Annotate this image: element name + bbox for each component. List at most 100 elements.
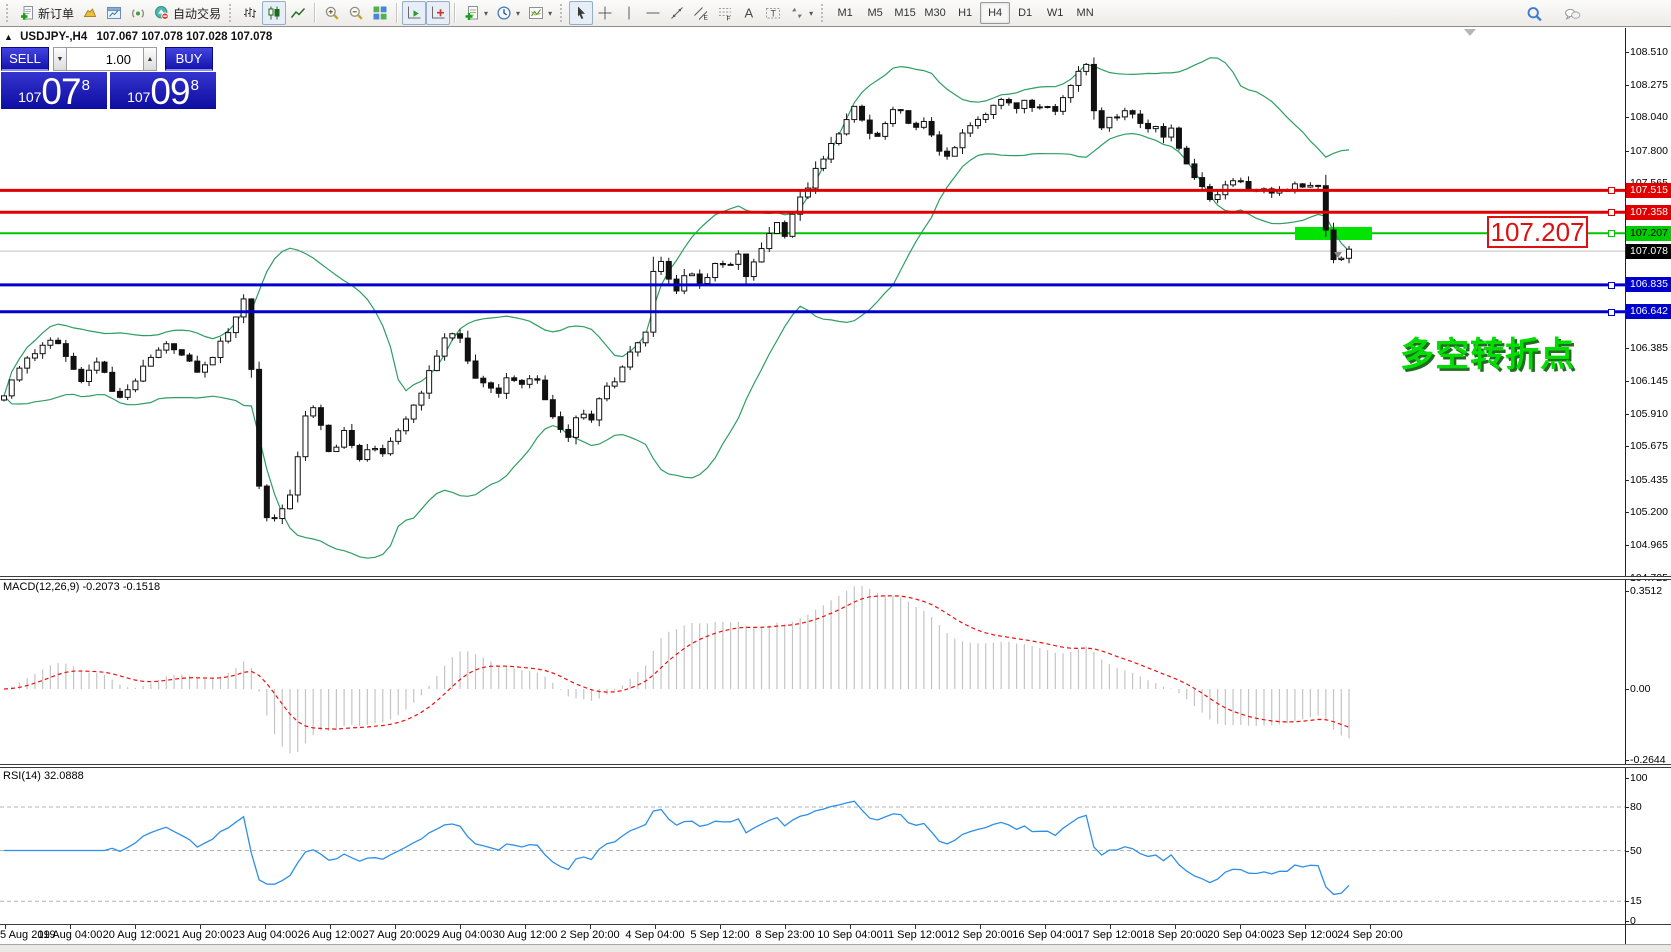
sell-price-display[interactable]: 107 07 8 (1, 72, 107, 109)
macd-pane-separator[interactable] (0, 576, 1671, 580)
macd-axis-tick-label: 0.00 (1630, 683, 1671, 695)
rsi-pane-separator[interactable] (0, 764, 1671, 768)
toolbar-button-periods[interactable]: ▾ (492, 1, 524, 25)
time-axis-label: 26 Aug 12:00 (298, 929, 363, 941)
timeframe-H4[interactable]: H4 (980, 2, 1010, 24)
timeframe-W1[interactable]: W1 (1040, 2, 1070, 24)
toolbar-button-horizontal-line[interactable] (641, 1, 665, 25)
buy-button[interactable]: BUY (165, 47, 213, 71)
price-label-box[interactable]: 107.207 (1487, 216, 1588, 248)
arrow-objects-icon (789, 5, 805, 21)
dropdown-caret-icon[interactable]: ▾ (516, 9, 520, 18)
price-tag-107.515: 107.515 (1626, 183, 1671, 198)
toolbar-button-line-chart-mode[interactable] (286, 1, 310, 25)
line-handle[interactable] (1608, 230, 1615, 237)
time-axis-label: 4 Sep 04:00 (625, 929, 684, 941)
dropdown-caret-icon[interactable]: ▾ (809, 9, 813, 18)
price-tag-106.835: 106.835 (1626, 277, 1671, 292)
rsi-axis-tick (1625, 778, 1629, 779)
line-handle[interactable] (1608, 282, 1615, 289)
sell-button[interactable]: SELL (1, 47, 49, 71)
toolbar-button-candlestick-mode[interactable] (262, 1, 286, 25)
toolbar-button-text-label[interactable]: T (761, 1, 785, 25)
rsi-axis-tick (1625, 901, 1629, 902)
price-axis-tick (1625, 381, 1629, 382)
timeframe-M5[interactable]: M5 (860, 2, 890, 24)
toolbar-button-auto-scroll[interactable] (402, 1, 426, 25)
svg-text:F: F (727, 16, 731, 22)
toolbar-button-zoom-out[interactable] (344, 1, 368, 25)
svg-text:T: T (771, 9, 777, 19)
line-handle[interactable] (1608, 309, 1615, 316)
price-axis-tick (1625, 512, 1629, 513)
one-click-panel-toggle[interactable]: ▲ (4, 32, 13, 42)
toolbar-button-equidistant-channel[interactable]: E (689, 1, 713, 25)
rsi-label: RSI(14) 32.0888 (3, 770, 84, 782)
timeframe-M1[interactable]: M1 (830, 2, 860, 24)
timeframe-M15[interactable]: M15 (890, 2, 920, 24)
toolbar-button-new-order[interactable]: 新订单 (15, 1, 78, 25)
volume-input[interactable] (67, 47, 143, 71)
price-axis-tick-label: 108.040 (1630, 111, 1671, 123)
macd-axis-tick (1625, 591, 1629, 592)
timeframe-D1[interactable]: D1 (1010, 2, 1040, 24)
timeframe-MN[interactable]: MN (1070, 2, 1100, 24)
price-tag-106.642: 106.642 (1626, 304, 1671, 319)
price-axis-tick (1625, 545, 1629, 546)
toolbar-button-chat[interactable] (1560, 2, 1585, 26)
toolbar-group: 新订单 自动交易 (15, 1, 225, 25)
line-handle[interactable] (1608, 187, 1615, 194)
line-handle[interactable] (1608, 209, 1615, 216)
vertical-line-icon (621, 5, 637, 21)
timeframe-M30[interactable]: M30 (920, 2, 950, 24)
buy-price-prefix: 107 (127, 90, 150, 104)
symbol-name: USDJPY-,H4 (20, 31, 87, 43)
dropdown-caret-icon[interactable]: ▾ (548, 9, 552, 18)
chart-annotation-text[interactable]: 多空转折点 (1400, 327, 1575, 376)
toolbar-button-tile-windows[interactable] (368, 1, 392, 25)
toolbar-button-fibonacci-retracement[interactable]: F (713, 1, 737, 25)
time-axis-label: 19 Aug 04:00 (38, 929, 103, 941)
periods-icon (496, 5, 512, 21)
toolbar-button-templates[interactable]: ▾ (524, 1, 556, 25)
sell-price-prefix: 107 (18, 90, 41, 104)
toolbar-button-new-chart[interactable] (102, 1, 126, 25)
toolbar-button-search[interactable] (1522, 2, 1547, 26)
toolbar-button-indicators-list[interactable]: ▾ (460, 1, 492, 25)
toolbar-button-auto-trading[interactable]: 自动交易 (150, 1, 225, 25)
toolbar-button-chart-shift[interactable] (426, 1, 450, 25)
toolbar-group (238, 1, 310, 25)
search-icon (1526, 6, 1543, 23)
timeframe-H1[interactable]: H1 (950, 2, 980, 24)
toolbar-button-market-watch[interactable] (78, 1, 102, 25)
toolbar-button-label: 新订单 (38, 5, 74, 22)
rsi-axis-tick-label: 80 (1630, 801, 1671, 813)
symbol-ohlc: 107.067 107.078 107.028 107.078 (96, 31, 272, 43)
toolbar-grip (229, 4, 234, 22)
dropdown-caret-icon[interactable]: ▾ (484, 9, 488, 18)
time-axis-label: 8 Sep 23:00 (755, 929, 814, 941)
time-axis-label: 20 Sep 04:00 (1207, 929, 1272, 941)
zoom-in-icon (324, 5, 340, 21)
toolbar-button-crosshair[interactable] (593, 1, 617, 25)
volume-decrease-button[interactable]: ▼ (53, 47, 67, 71)
sell-arrow-icon[interactable] (1334, 252, 1342, 258)
timeframe-group: M1M5M15M30H1H4D1W1MN (830, 1, 1100, 25)
market-watch-icon (82, 5, 98, 21)
toolbar-button-arrow-objects[interactable]: ▾ (785, 1, 817, 25)
toolbar-button-text[interactable]: A (737, 1, 761, 25)
toolbar-button-vertical-line[interactable] (617, 1, 641, 25)
toolbar-group (320, 1, 392, 25)
symbol-info-bar: ▲ USDJPY-,H4 107.067 107.078 107.028 107… (4, 31, 272, 43)
price-tag-107.078: 107.078 (1626, 244, 1671, 259)
toolbar-button-trendline[interactable] (665, 1, 689, 25)
toolbar-button-zoom-in[interactable] (320, 1, 344, 25)
highlight-rectangle-object[interactable] (1295, 227, 1372, 240)
volume-increase-button[interactable]: ▲ (143, 47, 157, 71)
toolbar-button-bar-chart-mode[interactable] (238, 1, 262, 25)
crosshair-icon (597, 5, 613, 21)
toolbar-button-signals[interactable] (126, 1, 150, 25)
buy-price-big: 09 (150, 77, 189, 107)
buy-price-display[interactable]: 107 09 8 (110, 72, 216, 109)
toolbar-button-cursor[interactable] (569, 1, 593, 25)
